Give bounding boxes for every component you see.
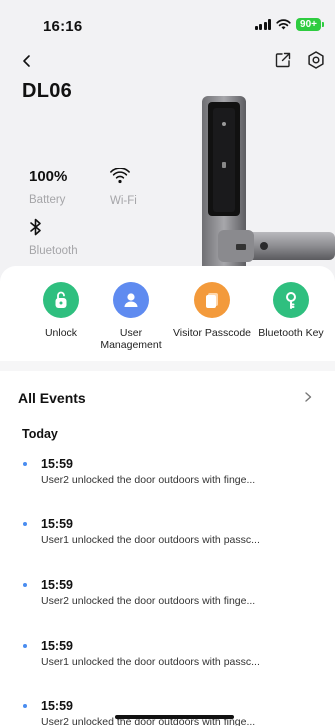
event-group-label: Today (22, 427, 58, 441)
bluetooth-label: Bluetooth (29, 245, 78, 257)
timeline-dot (23, 522, 27, 526)
status-bar: 16:16 90+ (0, 0, 335, 48)
user-icon (113, 282, 149, 318)
user-management-button[interactable]: User Management (91, 282, 171, 351)
all-events-link[interactable]: All Events (18, 390, 318, 408)
status-time: 16:16 (43, 18, 83, 35)
timeline-dot (23, 583, 27, 587)
event-time: 15:59 (41, 457, 73, 471)
timeline-dot (23, 462, 27, 466)
quick-actions: Unlock User Management Visitor Passcode (0, 282, 335, 372)
chevron-right-icon[interactable] (302, 390, 314, 404)
event-text: User2 unlocked the door outdoors with fi… (41, 474, 256, 486)
event-text: User2 unlocked the door outdoors with fi… (41, 595, 256, 607)
device-panel: Unlock User Management Visitor Passcode (0, 266, 335, 726)
external-link-icon[interactable] (274, 51, 292, 69)
user-management-label: User Management (100, 327, 162, 351)
unlock-label: Unlock (44, 327, 78, 339)
chevron-left-icon[interactable] (18, 51, 36, 71)
wifi-stat: Wi-Fi (110, 167, 137, 207)
passcode-card-icon (194, 282, 230, 318)
battery-label: Battery (29, 194, 66, 206)
event-time: 15:59 (41, 639, 73, 653)
battery-status-badge: 90+ (296, 18, 324, 31)
status-icons: 90+ (254, 18, 324, 31)
unlock-icon (43, 282, 79, 318)
wifi-status-icon (276, 19, 291, 30)
bluetooth-key-label: Bluetooth Key (258, 327, 324, 339)
event-text: User1 unlocked the door outdoors with pa… (41, 656, 260, 668)
unlock-button[interactable]: Unlock (21, 282, 101, 339)
wifi-label: Wi-Fi (110, 195, 137, 207)
timeline-dot (23, 704, 27, 708)
event-text: User1 unlocked the door outdoors with pa… (41, 534, 260, 546)
key-icon (273, 282, 309, 318)
section-divider (0, 361, 335, 371)
bluetooth-icon (30, 218, 41, 236)
visitor-passcode-label: Visitor Passcode (172, 327, 251, 339)
event-time: 15:59 (41, 699, 73, 713)
home-indicator[interactable] (115, 715, 234, 719)
bluetooth-key-button[interactable]: Bluetooth Key (251, 282, 331, 339)
wifi-icon (110, 167, 130, 184)
all-events-title: All Events (18, 390, 86, 406)
event-time: 15:59 (41, 578, 73, 592)
gear-icon[interactable] (306, 50, 326, 70)
cellular-signal-icon (254, 19, 272, 30)
visitor-passcode-button[interactable]: Visitor Passcode (172, 282, 252, 339)
device-title: DL06 (22, 80, 73, 102)
smart-lock-image (202, 96, 335, 272)
bluetooth-stat: Bluetooth (29, 218, 78, 257)
timeline-dot (23, 644, 27, 648)
battery-value: 100% (29, 168, 68, 185)
battery-stat: 100% Battery (29, 168, 67, 206)
event-time: 15:59 (41, 517, 73, 531)
